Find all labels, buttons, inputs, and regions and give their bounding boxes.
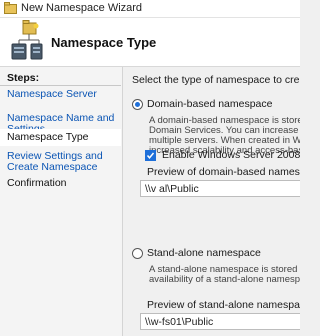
step-confirmation: Confirmation <box>7 177 67 189</box>
domain-preview-label: Preview of domain-based namespace: <box>147 166 300 178</box>
steps-divider <box>0 85 121 86</box>
step-review-settings-and-create-namespace[interactable]: Review Settings and Create Namespace <box>7 151 119 173</box>
steps-heading: Steps: <box>7 72 40 84</box>
main-content: Select the type of namespace to create. … <box>123 67 300 336</box>
window-title: New Namespace Wizard <box>21 2 143 14</box>
stand-alone-namespace-label[interactable]: Stand-alone namespace <box>147 247 261 259</box>
step-namespace-type: Namespace Type <box>0 129 121 146</box>
page-title: Namespace Type <box>51 35 157 50</box>
wizard-steps-sidebar: Steps: Namespace Server Namespace Name a… <box>0 67 123 336</box>
standalone-preview-field[interactable]: \\w-fs01\Public <box>140 313 300 330</box>
wizard-header: Namespace Type <box>0 18 300 67</box>
windows-server-2008-mode-checkbox[interactable] <box>145 150 156 161</box>
namespace-server-icon <box>9 20 43 62</box>
domain-based-namespace-radio[interactable] <box>132 99 143 110</box>
domain-preview-field[interactable]: \\v al\Public <box>140 180 300 197</box>
domain-based-namespace-label[interactable]: Domain-based namespace <box>147 98 273 110</box>
standalone-description-line-2: availability of a stand-alone namespace … <box>149 274 300 285</box>
title-bar: New Namespace Wizard <box>0 0 300 18</box>
namespace-wizard-icon <box>4 2 17 14</box>
intro-text: Select the type of namespace to create. <box>132 74 300 86</box>
windows-server-2008-mode-label[interactable]: Enable Windows Server 2008 mode <box>162 149 300 161</box>
step-namespace-server[interactable]: Namespace Server <box>7 89 119 100</box>
standalone-preview-label: Preview of stand-alone namespace: <box>147 299 300 311</box>
stand-alone-namespace-radio[interactable] <box>132 248 143 259</box>
